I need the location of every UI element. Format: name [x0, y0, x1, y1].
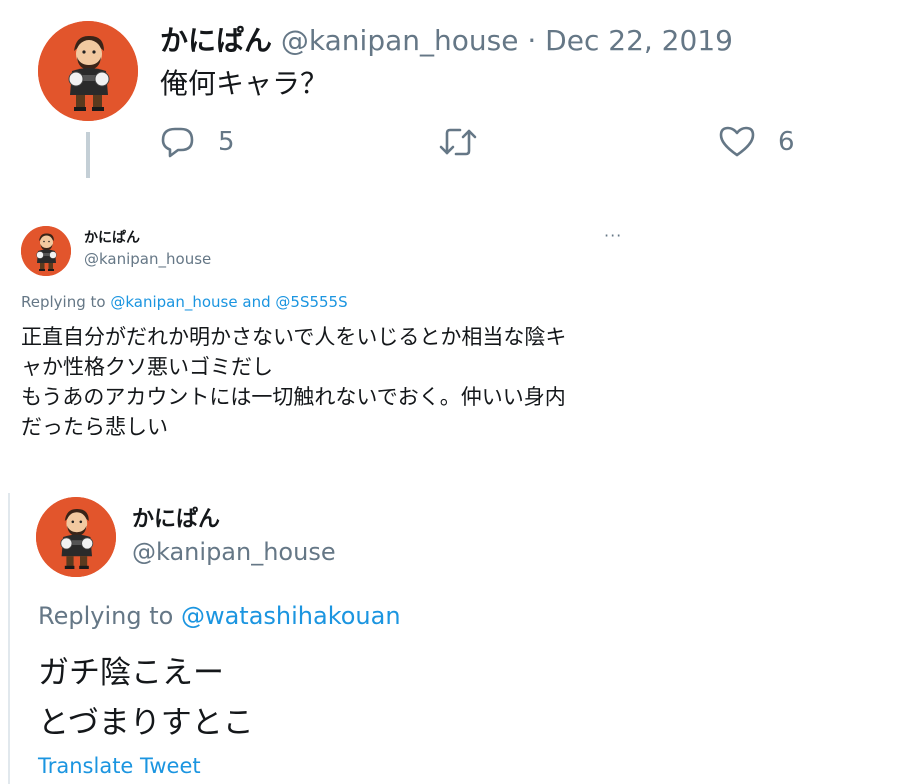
user-handle[interactable]: @kanipan_house [281, 24, 519, 57]
retweet-icon [438, 124, 478, 160]
screenshot-page: かにぱん @kanipan_house · Dec 22, 2019 俺何キャラ… [0, 0, 904, 784]
replying-to: Replying to @watashihakouan [38, 600, 401, 632]
tweet-text-line: ガチ陰こえー [38, 655, 224, 691]
quote-divider [8, 493, 10, 784]
retweet-button[interactable] [438, 124, 478, 160]
replying-to-label: Replying to [38, 602, 174, 630]
thread-connector-line [86, 132, 90, 178]
tweet-text-line: 正直自分がだれか明かさないで人をいじるとか相当な陰キ [21, 325, 567, 349]
tweet-header: かにぱん @kanipan_house · Dec 22, 2019 [160, 22, 733, 60]
tweet-date[interactable]: Dec 22, 2019 [545, 24, 733, 57]
avatar-image [38, 21, 138, 121]
tweet-text: 正直自分がだれか明かさないで人をいじるとか相当な陰キ ャか性格クソ悪いゴミだし … [21, 322, 631, 442]
replying-to-label: Replying to [21, 293, 106, 311]
separator-dot: · [527, 24, 537, 57]
tweet-text-line: ャか性格クソ悪いゴミだし [21, 355, 273, 379]
avatar[interactable] [21, 226, 71, 276]
avatar[interactable] [36, 497, 116, 577]
tweet-text-line: もうあのアカウントには一切触れないでおく。仲いい身内 [21, 385, 566, 409]
mention-link[interactable]: @watashihakouan [181, 602, 401, 630]
replying-to: Replying to @kanipan_house and @5S555S [21, 292, 348, 312]
reply-button[interactable]: 5 [160, 124, 235, 160]
avatar[interactable] [38, 21, 138, 121]
avatar-image [36, 497, 116, 577]
tweet-text-line: とづまりすとこ [38, 705, 254, 741]
mention-link[interactable]: @kanipan_house [110, 293, 237, 311]
tweet-text: ガチ陰こえー とづまりすとこ [38, 648, 254, 748]
heart-icon [718, 124, 756, 160]
tweet-text: 俺何キャラ？ [160, 67, 329, 100]
display-name[interactable]: かにぱん [160, 24, 272, 57]
tweet-text-line: だったら悲しい [21, 415, 168, 439]
display-name[interactable]: かにぱん [132, 505, 220, 535]
avatar-image [21, 226, 71, 276]
user-handle[interactable]: @kanipan_house [132, 536, 336, 568]
speech-bubble-icon [160, 124, 196, 160]
replying-and: and [242, 293, 271, 311]
display-name[interactable]: かにぱん [84, 229, 140, 247]
mention-link[interactable]: @5S555S [275, 293, 347, 311]
translate-tweet-link[interactable]: Translate Tweet [38, 752, 201, 780]
user-handle[interactable]: @kanipan_house [84, 250, 211, 268]
reply-count: 5 [218, 127, 235, 157]
like-button[interactable]: 6 [718, 124, 795, 160]
more-options-icon[interactable]: ··· [604, 226, 622, 246]
like-count: 6 [778, 127, 795, 157]
